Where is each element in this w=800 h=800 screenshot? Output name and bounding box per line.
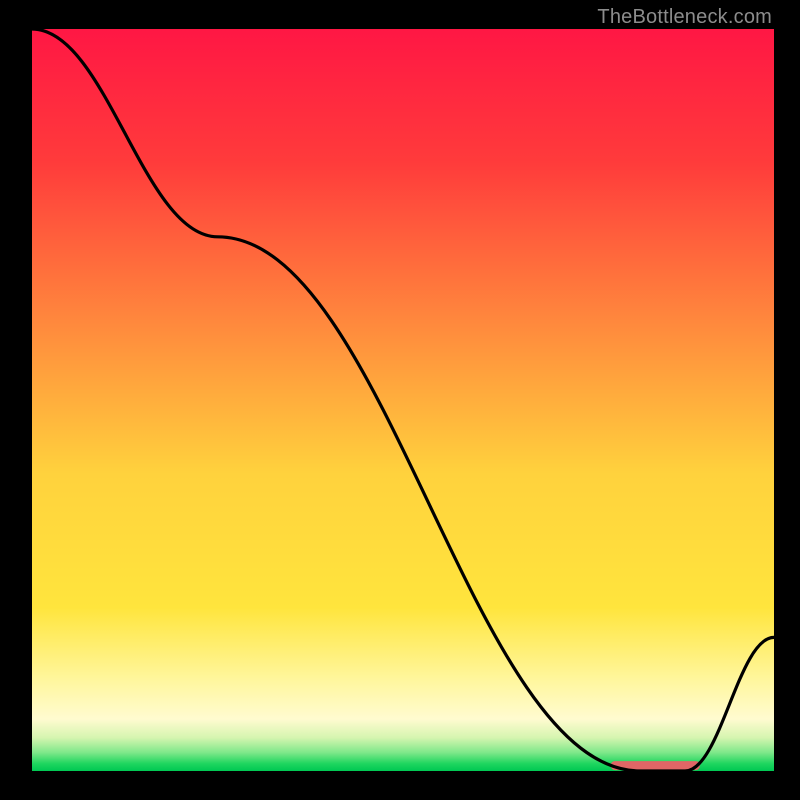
attribution-text: TheBottleneck.com xyxy=(597,6,772,29)
chart-plot-area xyxy=(32,29,774,771)
curve-line xyxy=(32,29,774,771)
chart-frame xyxy=(32,29,774,771)
